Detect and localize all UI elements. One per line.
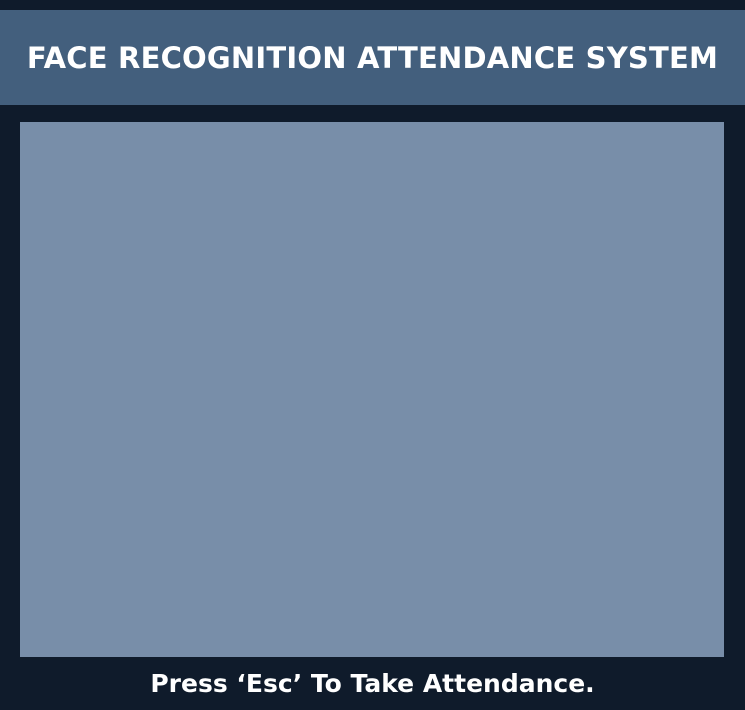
- camera-feed-panel: [20, 122, 724, 657]
- esc-instruction-text: Press ‘Esc’ To Take Attendance.: [150, 668, 595, 698]
- page-title: FACE RECOGNITION ATTENDANCE SYSTEM: [26, 40, 719, 75]
- app-header: FACE RECOGNITION ATTENDANCE SYSTEM: [0, 10, 745, 105]
